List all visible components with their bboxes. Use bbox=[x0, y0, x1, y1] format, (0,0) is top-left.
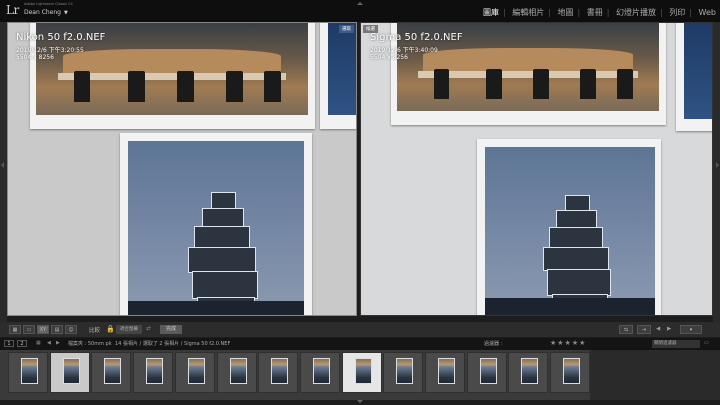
product-name: Adobe Lightroom Classic CC bbox=[24, 2, 74, 6]
lightroom-logo: Lr bbox=[6, 3, 19, 17]
filmstrip[interactable] bbox=[0, 350, 720, 400]
user-menu[interactable]: Dean Cheng ▼ bbox=[24, 9, 68, 16]
make-select-button[interactable]: ⇥ bbox=[637, 325, 651, 334]
thumbnail-image bbox=[354, 358, 372, 384]
thumbnail-image bbox=[104, 358, 122, 384]
filmstrip-header: 1 2 ▦ ◀ ▶ 檔案夾 : 50mm pk 14 張相片 / 選取了 2 張… bbox=[0, 338, 720, 350]
folder-path[interactable]: 檔案夾 : 50mm pk bbox=[68, 340, 112, 347]
module-slideshow[interactable]: 幻燈片播放 bbox=[616, 8, 656, 17]
left-datetime: 2019/12/6 下午3:20:55 bbox=[16, 47, 84, 54]
thumbnail-image bbox=[62, 358, 80, 384]
thumbnail-image bbox=[146, 358, 164, 384]
right-datetime: 2019/12/6 下午3:40:09 bbox=[370, 47, 438, 54]
thumbnail-image bbox=[21, 358, 38, 384]
zoom-select[interactable]: 適合螢幕 bbox=[116, 325, 142, 334]
filmstrip-thumbnail[interactable] bbox=[174, 352, 215, 393]
filmstrip-thumbnail[interactable] bbox=[133, 352, 174, 393]
filmstrip-thumbnail[interactable] bbox=[91, 352, 132, 393]
compare-view-button[interactable]: XY bbox=[37, 325, 49, 334]
people-view-button[interactable]: ☺ bbox=[65, 325, 77, 334]
right-panel-toggle[interactable] bbox=[713, 22, 720, 322]
compare-toolbar: ▦ ▭ XY ▤ ☺ 比較 🔒 適合螢幕 ⇄ 完成 ⇆ ⇥ ◀ ▶ ▾ bbox=[0, 322, 720, 337]
survey-view-button[interactable]: ▤ bbox=[51, 325, 63, 334]
page-2-button[interactable]: 2 bbox=[17, 340, 27, 347]
bottom-panel-toggle-icon[interactable] bbox=[357, 400, 363, 403]
arrow-left-icon bbox=[1, 162, 4, 168]
toolbar-menu-button[interactable]: ▾ bbox=[680, 325, 702, 334]
select-badge: 選取 bbox=[339, 25, 354, 33]
module-map[interactable]: 地圖 bbox=[558, 8, 574, 17]
filmstrip-thumbnail[interactable] bbox=[341, 352, 382, 393]
thumbnail-image bbox=[563, 358, 581, 384]
candidate-badge: 候選 bbox=[363, 25, 378, 33]
filter-switch-icon[interactable]: ▭ bbox=[704, 340, 709, 346]
nav-back-icon[interactable]: ◀ bbox=[47, 340, 51, 346]
compare-candidate-pane[interactable]: Sigma 50 f2.0.NEF 2019/12/6 下午3:40:09 55… bbox=[360, 22, 713, 316]
module-library[interactable]: 圖庫 bbox=[483, 8, 499, 17]
loupe-view-button[interactable]: ▭ bbox=[23, 325, 35, 334]
filmstrip-thumbnail[interactable] bbox=[508, 352, 549, 393]
swap-icon[interactable]: ⇄ bbox=[146, 326, 151, 332]
thumbnail-image bbox=[271, 358, 289, 384]
module-develop[interactable]: 編輯相片 bbox=[512, 8, 544, 17]
filmstrip-thumbnail[interactable] bbox=[258, 352, 299, 393]
lock-icon[interactable]: 🔒 bbox=[106, 325, 115, 333]
left-filename: Nikon 50 f2.0.NEF bbox=[16, 32, 106, 43]
filmstrip-thumbnail[interactable] bbox=[8, 352, 48, 393]
filmstrip-thumbnail[interactable] bbox=[49, 352, 90, 393]
page-1-button[interactable]: 1 bbox=[4, 340, 14, 347]
compare-select-pane[interactable]: Nikon 50 f2.0.NEF 2019/12/6 下午3:20:55 55… bbox=[7, 22, 357, 316]
thumbnail-image bbox=[229, 358, 247, 384]
grid-icon[interactable]: ▦ bbox=[36, 340, 41, 346]
user-name: Dean Cheng bbox=[24, 9, 61, 16]
filmstrip-thumbnail[interactable] bbox=[425, 352, 465, 393]
done-button[interactable]: 完成 bbox=[160, 325, 182, 334]
filmstrip-thumbnail[interactable] bbox=[299, 352, 340, 393]
filmstrip-thumbnail[interactable] bbox=[383, 352, 424, 393]
thumbnail-image bbox=[521, 358, 539, 384]
next-icon[interactable]: ▶ bbox=[667, 326, 671, 332]
grid-view-button[interactable]: ▦ bbox=[9, 325, 21, 334]
nav-forward-icon[interactable]: ▶ bbox=[56, 340, 60, 346]
module-print[interactable]: 列印 bbox=[669, 8, 685, 17]
filmstrip-thumbnail[interactable] bbox=[550, 352, 591, 393]
compare-label: 比較 bbox=[89, 328, 101, 334]
thumbnail-image bbox=[312, 358, 330, 384]
thumbnail-image bbox=[187, 358, 205, 384]
rating-filter[interactable]: ★★★★★ bbox=[550, 339, 586, 347]
module-book[interactable]: 書冊 bbox=[587, 8, 603, 17]
chevron-down-icon: ▼ bbox=[64, 10, 68, 16]
filmstrip-thumbnail[interactable] bbox=[216, 352, 257, 393]
photo-preview bbox=[8, 23, 356, 315]
module-picker: 圖庫 | 編輯相片 | 地圖 | 書冊 | 幻燈片播放 | 列印 | Web bbox=[483, 8, 716, 17]
right-filename: Sigma 50 f2.0.NEF bbox=[370, 32, 463, 43]
selection-info: 14 張相片 / 選取了 2 張相片 / Sigma 50 f2.0.NEF bbox=[115, 341, 231, 347]
filter-label: 過濾器 : bbox=[484, 341, 503, 347]
thumbnail-image bbox=[479, 358, 497, 384]
swap-button[interactable]: ⇆ bbox=[619, 325, 633, 334]
left-panel-toggle[interactable] bbox=[0, 22, 7, 322]
module-web[interactable]: Web bbox=[699, 8, 716, 17]
thumbnail-image bbox=[396, 358, 414, 384]
filmstrip-thumbnail[interactable] bbox=[466, 352, 507, 393]
top-panel-toggle-icon[interactable] bbox=[357, 2, 363, 5]
previous-icon[interactable]: ◀ bbox=[656, 326, 660, 332]
photo-preview bbox=[361, 23, 712, 315]
filter-dropdown[interactable]: 關閉過濾器 bbox=[652, 340, 700, 348]
right-dimensions: 5504 x 8256 bbox=[370, 54, 408, 61]
thumbnail-image bbox=[438, 358, 455, 384]
left-dimensions: 5504 x 8256 bbox=[16, 54, 54, 61]
arrow-right-icon bbox=[716, 162, 719, 168]
